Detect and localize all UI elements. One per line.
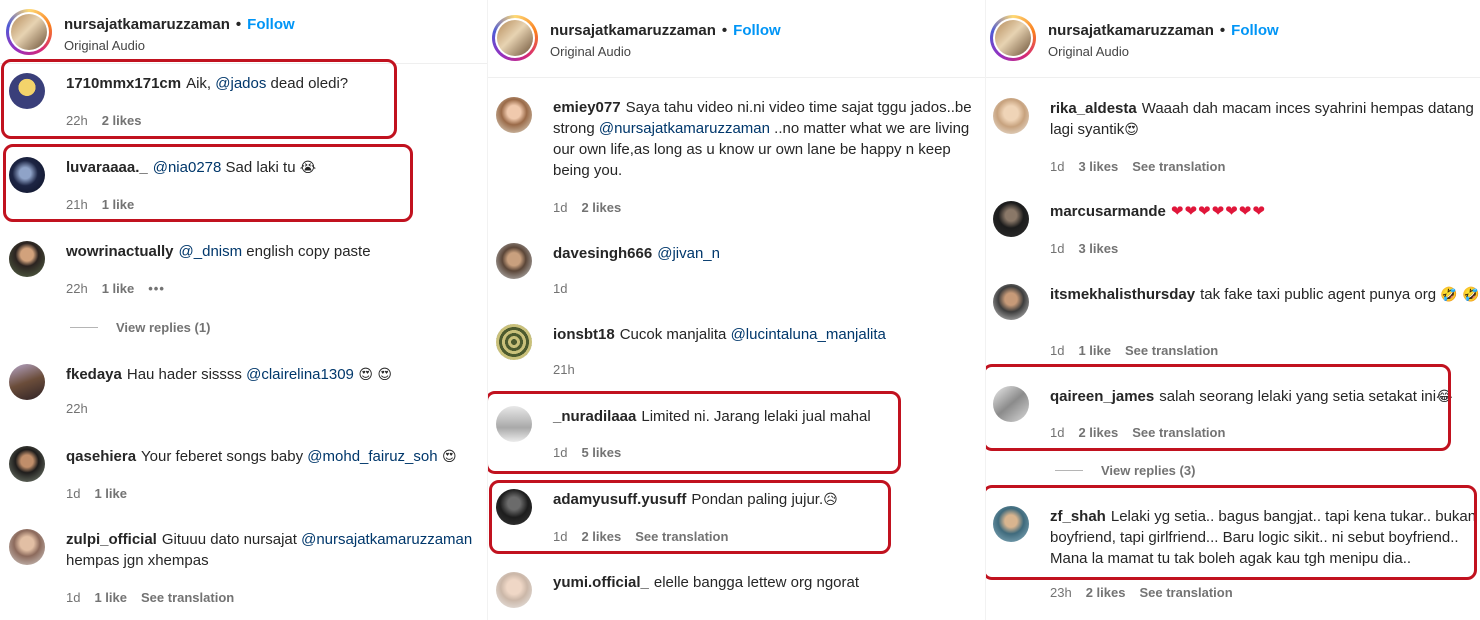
likes-count[interactable]: 3 likes: [1078, 159, 1118, 174]
see-translation-button[interactable]: See translation: [1132, 159, 1225, 174]
avatar[interactable]: [11, 14, 47, 50]
comment-username[interactable]: emiey077: [553, 99, 621, 116]
mention-link[interactable]: @jivan_n: [657, 245, 720, 262]
avatar[interactable]: [993, 98, 1029, 134]
comment-username[interactable]: yumi.official_: [553, 574, 649, 591]
avatar[interactable]: [496, 572, 532, 608]
original-audio-link[interactable]: Original Audio: [1048, 44, 1129, 59]
emoji: 😍: [1124, 122, 1139, 138]
follow-button[interactable]: Follow: [247, 16, 295, 33]
highlight-box: [986, 485, 1477, 580]
heart-icon: ❤❤❤❤❤❤❤: [1170, 202, 1266, 220]
view-replies-button[interactable]: View replies (3): [1055, 463, 1195, 478]
comment-time: 23h: [1050, 585, 1072, 600]
comment-time: 1d: [1050, 241, 1065, 256]
mention-link[interactable]: @nursajatkamaruzzaman: [599, 120, 770, 137]
see-translation-button[interactable]: See translation: [141, 590, 234, 605]
comment-username[interactable]: fkedaya: [66, 366, 122, 383]
avatar[interactable]: [993, 284, 1029, 320]
highlight-box: [3, 144, 413, 222]
avatar[interactable]: [496, 97, 532, 133]
likes-count[interactable]: 3 likes: [1078, 241, 1118, 256]
comment-username[interactable]: wowrinactually: [66, 243, 174, 260]
follow-button[interactable]: Follow: [733, 22, 781, 39]
likes-count[interactable]: 2 likes: [1086, 585, 1126, 600]
avatar[interactable]: [993, 201, 1029, 237]
comment-time: 1d: [66, 486, 81, 501]
likes-count[interactable]: 2 likes: [581, 200, 621, 215]
mention-link[interactable]: @nursajatkamaruzzaman: [301, 531, 472, 548]
comment-time: 21h: [553, 362, 575, 377]
comments-panel-1: nursajatkamaruzzaman • Follow Original Aud…: [0, 0, 487, 620]
more-options-icon[interactable]: •••: [148, 281, 165, 296]
avatar[interactable]: [496, 243, 532, 279]
emoji: 🤣 🤣: [1440, 287, 1480, 303]
comment-time: 1d: [66, 590, 81, 605]
comment-username[interactable]: davesingh666: [553, 245, 652, 262]
follow-button[interactable]: Follow: [1231, 22, 1279, 39]
original-audio-link[interactable]: Original Audio: [550, 44, 631, 59]
avatar[interactable]: [497, 20, 533, 56]
header-username[interactable]: nursajatkamaruzzaman: [550, 22, 716, 39]
view-replies-button[interactable]: View replies (1): [70, 320, 210, 335]
comment-time: 1d: [1050, 159, 1065, 174]
see-translation-button[interactable]: See translation: [1139, 585, 1232, 600]
avatar[interactable]: [9, 241, 45, 277]
see-translation-button[interactable]: See translation: [1125, 343, 1218, 358]
avatar[interactable]: [9, 364, 45, 400]
avatar[interactable]: [995, 20, 1031, 56]
post-header: nursajatkamaruzzaman • Follow Original Aud…: [492, 15, 972, 75]
comments-panel-3: nursajatkamaruzzaman • Follow Original Aud…: [985, 0, 1480, 620]
comment-time: 22h: [66, 281, 88, 296]
emoji: 😍 😍: [353, 367, 392, 383]
header-username[interactable]: nursajatkamaruzzaman: [1048, 22, 1214, 39]
comment-username[interactable]: ionsbt18: [553, 326, 615, 343]
comment-time: 1d: [553, 281, 568, 296]
avatar[interactable]: [496, 324, 532, 360]
comment-username[interactable]: marcusarmande: [1050, 203, 1166, 220]
comment-time: 1d: [1050, 343, 1065, 358]
avatar[interactable]: [9, 446, 45, 482]
highlight-box: [489, 480, 891, 554]
mention-link[interactable]: @_dnism: [179, 243, 243, 260]
comment-username[interactable]: qasehiera: [66, 448, 136, 465]
comment-time: 22h: [66, 401, 88, 416]
emoji: 😍: [437, 449, 457, 465]
comment-username[interactable]: itsmekhalisthursday: [1050, 286, 1195, 303]
comment-username[interactable]: rika_aldesta: [1050, 100, 1137, 117]
comments-panel-2: nursajatkamaruzzaman • Follow Original Aud…: [487, 0, 985, 620]
mention-link[interactable]: @clairelina1309: [246, 366, 354, 383]
original-audio-link[interactable]: Original Audio: [64, 38, 145, 53]
highlight-box: [986, 364, 1451, 451]
likes-count[interactable]: 1 like: [94, 590, 127, 605]
mention-link[interactable]: @mohd_fairuz_soh: [307, 448, 437, 465]
post-header: nursajatkamaruzzaman • Follow Original Aud…: [990, 15, 1470, 75]
mention-link[interactable]: @lucintaluna_manjalita: [731, 326, 886, 343]
likes-count[interactable]: 1 like: [102, 281, 135, 296]
comment-username[interactable]: zulpi_official: [66, 531, 157, 548]
header-username[interactable]: nursajatkamaruzzaman: [64, 16, 230, 33]
avatar[interactable]: [9, 529, 45, 565]
comment-time: 1d: [553, 200, 568, 215]
likes-count[interactable]: 1 like: [1078, 343, 1111, 358]
highlight-box: [488, 391, 901, 474]
highlight-box: [1, 59, 397, 139]
likes-count[interactable]: 1 like: [94, 486, 127, 501]
